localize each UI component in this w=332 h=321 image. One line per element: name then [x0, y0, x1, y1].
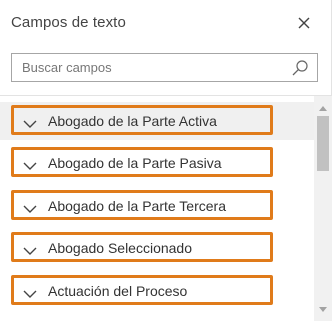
field-item: Abogado de la Parte Pasiva	[0, 144, 314, 182]
search-input[interactable]	[12, 54, 292, 81]
search-icon[interactable]	[291, 59, 309, 77]
field-item-label: Abogado de la Parte Activa	[48, 113, 217, 129]
scroll-up-arrow-icon[interactable]	[319, 106, 327, 111]
field-item-label: Abogado de la Parte Tercera	[48, 198, 226, 214]
field-item: Actuación del Proceso	[0, 272, 314, 310]
field-item-label: Actuación del Proceso	[48, 283, 188, 299]
field-item-label: Abogado de la Parte Pasiva	[48, 155, 222, 171]
vertical-scrollbar[interactable]	[314, 96, 332, 321]
field-item: Abogado de la Parte Activa	[0, 102, 314, 140]
scrollbar-thumb[interactable]	[317, 116, 329, 171]
field-item: Abogado Seleccionado	[0, 229, 314, 267]
search-box	[11, 53, 318, 82]
field-item-highlight[interactable]: Abogado de la Parte Pasiva	[11, 147, 273, 177]
field-item-highlight[interactable]: Actuación del Proceso	[11, 275, 273, 305]
panel-title: Campos de texto	[11, 14, 126, 31]
panel-header: Campos de texto	[0, 0, 332, 48]
chevron-down-icon[interactable]	[23, 201, 37, 213]
field-item-label: Abogado Seleccionado	[48, 240, 193, 256]
field-item-highlight[interactable]: Abogado Seleccionado	[11, 232, 273, 262]
text-fields-panel: Campos de texto Abo	[0, 0, 332, 321]
field-item-highlight[interactable]: Abogado de la Parte Activa	[11, 105, 273, 135]
fields-list: Abogado de la Parte Activa Abogado de la…	[0, 96, 314, 321]
scroll-down-arrow-icon[interactable]	[319, 307, 327, 312]
field-item-highlight[interactable]: Abogado de la Parte Tercera	[11, 190, 273, 220]
chevron-down-icon[interactable]	[23, 158, 37, 170]
chevron-down-icon[interactable]	[23, 286, 37, 298]
chevron-down-icon[interactable]	[23, 116, 37, 128]
chevron-down-icon[interactable]	[23, 243, 37, 255]
close-icon[interactable]	[294, 13, 314, 33]
field-item: Abogado de la Parte Tercera	[0, 187, 314, 225]
